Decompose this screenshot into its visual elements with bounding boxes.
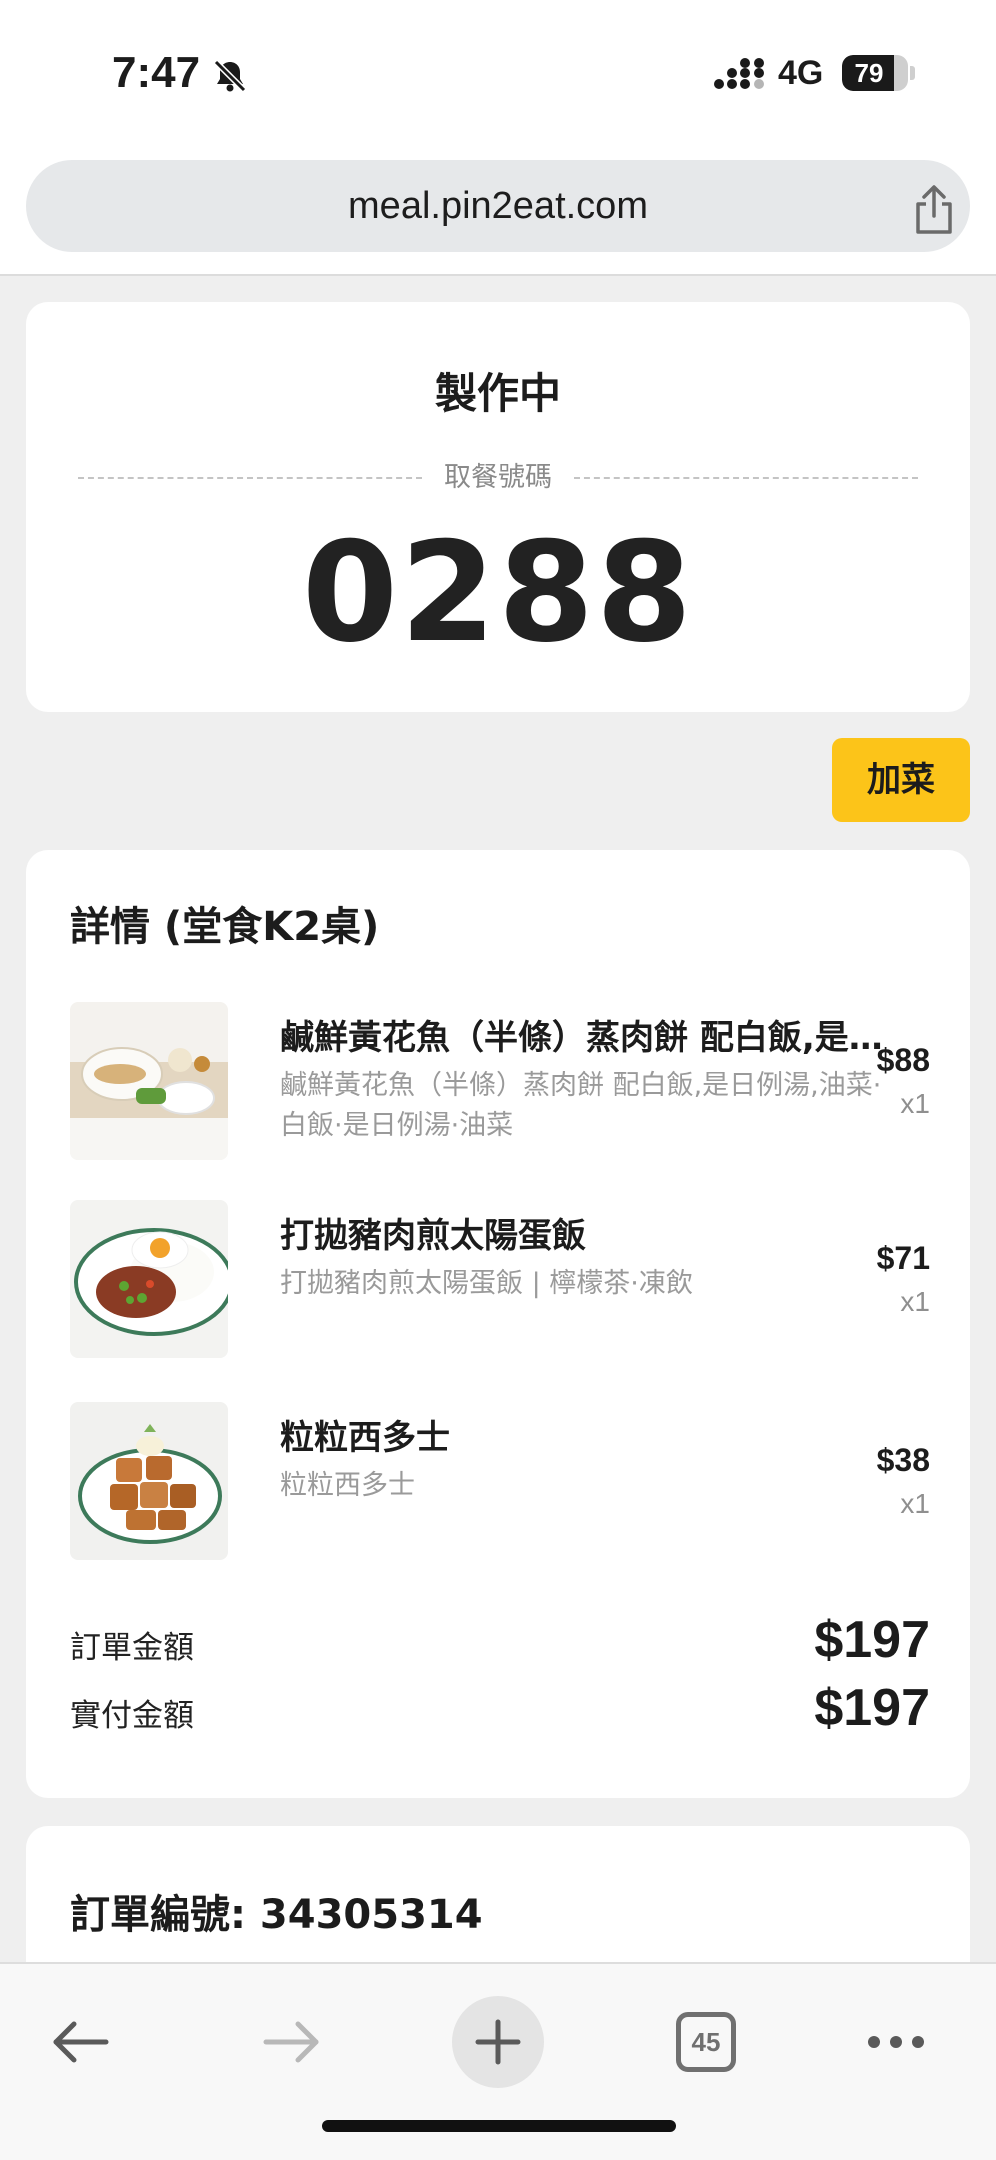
item-name: 鹹鮮黃花魚（半條）蒸肉餅 配白飯,是日例湯,油菜·白飯·是日例湯·油菜: [280, 1018, 896, 1058]
pickup-label-row: 取餐號碼: [78, 460, 918, 496]
network-type: 4G: [778, 54, 824, 92]
order-status-card: 製作中 取餐號碼 0288: [26, 302, 970, 712]
item-description: 打拋豬肉煎太陽蛋飯 | 檸檬茶·凍飲: [280, 1268, 693, 1299]
battery-cap: [910, 66, 915, 80]
tabs-button[interactable]: 45: [658, 1994, 754, 2090]
share-icon[interactable]: [910, 184, 958, 236]
plus-icon: [475, 2019, 521, 2065]
home-indicator: [322, 2120, 676, 2132]
add-dish-button[interactable]: 加菜: [832, 738, 970, 822]
address-bar[interactable]: meal.pin2eat.com: [26, 160, 970, 252]
item-quantity: x1: [900, 1286, 930, 1317]
item-quantity: x1: [900, 1488, 930, 1519]
clock: 7:47: [112, 48, 201, 97]
order-amount-label: 訂單金額: [70, 1630, 194, 1666]
item-description: 粒粒西多士: [280, 1470, 415, 1501]
item-price: $38: [876, 1442, 930, 1478]
browser-address-area: meal.pin2eat.com: [0, 148, 996, 276]
url-text[interactable]: meal.pin2eat.com: [26, 160, 970, 252]
item-name: 粒粒西多士: [280, 1418, 450, 1458]
item-description: 鹹鮮黃花魚（半條）蒸肉餅 配白飯,是日例湯,油菜·白飯·是日例湯·油菜: [280, 1070, 882, 1141]
back-arrow-icon[interactable]: [34, 1994, 130, 2090]
more-icon[interactable]: [848, 1994, 944, 2090]
order-item[interactable]: 粒粒西多士 粒粒西多士 $38 x1: [70, 1402, 930, 1562]
new-tab-button[interactable]: [452, 1996, 544, 2088]
order-details-card: 詳情 (堂食K2桌) 鹹鮮黃花魚（半條）蒸肉餅 配白飯,是日例湯,油菜·白飯·是…: [26, 850, 970, 1798]
dashed-divider: [78, 477, 422, 479]
order-item[interactable]: 打拋豬肉煎太陽蛋飯 打拋豬肉煎太陽蛋飯 | 檸檬茶·凍飲 $71 x1: [70, 1200, 930, 1360]
pickup-label: 取餐號碼: [444, 462, 552, 493]
paid-amount-value: $197: [814, 1679, 930, 1737]
item-quantity: x1: [900, 1088, 930, 1119]
dashed-divider: [574, 477, 918, 479]
order-number: 訂單編號: 34305314: [70, 1892, 483, 1938]
food-thumbnail-basil-pork: [70, 1200, 228, 1358]
status-bar: 7:47 4G 79: [0, 0, 996, 148]
battery-percent: 79: [854, 58, 884, 88]
signal-icon: [714, 58, 764, 89]
food-thumbnail-french-toast: [70, 1402, 228, 1560]
bell-muted-icon: [213, 59, 247, 93]
tabs-count: 45: [676, 2012, 736, 2072]
paid-amount-label: 實付金額: [70, 1698, 194, 1734]
details-title: 詳情 (堂食K2桌): [70, 904, 380, 950]
item-price: $88: [876, 1042, 930, 1078]
battery-icon: 79: [842, 55, 908, 91]
forward-arrow-icon[interactable]: [242, 1994, 338, 2090]
item-name: 打拋豬肉煎太陽蛋飯: [280, 1216, 586, 1256]
order-item[interactable]: 鹹鮮黃花魚（半條）蒸肉餅 配白飯,是日例湯,油菜·白飯·是日例湯·油菜 鹹鮮黃花…: [70, 1002, 930, 1162]
food-thumbnail-fish: [70, 1002, 228, 1160]
order-amount-value: $197: [814, 1611, 930, 1669]
order-status-title: 製作中: [434, 369, 561, 418]
pickup-number: 0288: [301, 512, 695, 673]
item-price: $71: [876, 1240, 930, 1276]
